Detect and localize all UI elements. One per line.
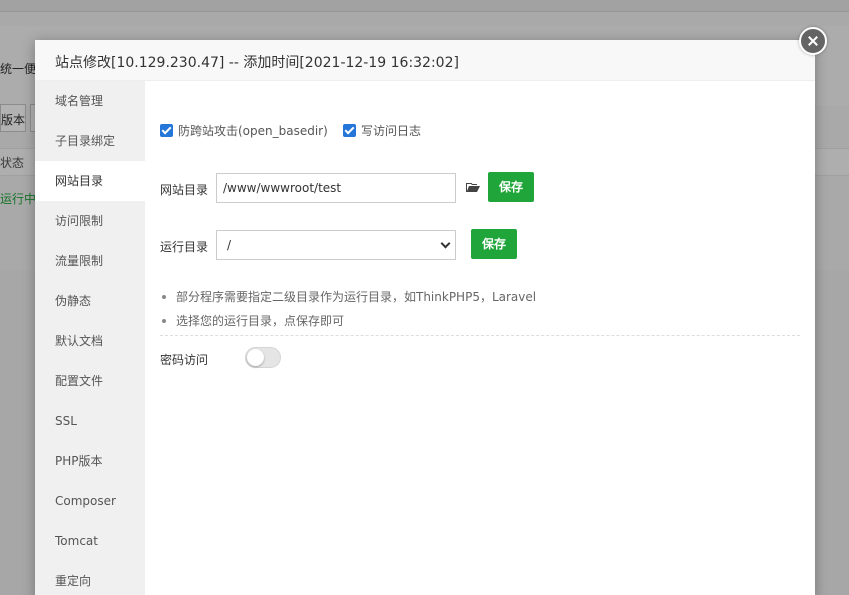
sidebar-item-redirect[interactable]: 重定向 (35, 561, 145, 595)
sidebar-item-subdir-binding[interactable]: 子目录绑定 (35, 121, 145, 161)
run-dir-selected-value: / (227, 238, 232, 252)
run-dir-select[interactable]: / (216, 230, 456, 260)
sidebar-item-php-version[interactable]: PHP版本 (35, 441, 145, 481)
run-dir-label: 运行目录 (160, 240, 209, 254)
site-dir-input[interactable] (216, 173, 456, 203)
sidebar-item-traffic-limit[interactable]: 流量限制 (35, 241, 145, 281)
sidebar-item-ssl[interactable]: SSL (35, 401, 145, 441)
access-log-checkbox[interactable] (343, 124, 356, 137)
sidebar-item-site-directory[interactable]: 网站目录 (35, 161, 145, 201)
tip-item: 部分程序需要指定二级目录作为运行目录，如ThinkPHP5，Laravel (160, 289, 536, 313)
dialog-title: 站点修改[10.129.230.47] -- 添加时间[2021-12-19 1… (55, 55, 459, 71)
sidebar-item-tomcat[interactable]: Tomcat (35, 521, 145, 561)
tips-list: 部分程序需要指定二级目录作为运行目录，如ThinkPHP5，Laravel 选择… (160, 289, 536, 337)
dashed-divider (160, 335, 800, 336)
folder-open-icon[interactable] (466, 182, 480, 193)
toggle-knob (247, 349, 264, 366)
sidebar-item-default-doc[interactable]: 默认文档 (35, 321, 145, 361)
sidebar-item-access-limit[interactable]: 访问限制 (35, 201, 145, 241)
save-site-dir-button[interactable]: 保存 (488, 172, 534, 202)
chevron-down-icon (440, 238, 451, 249)
tip-item: 选择您的运行目录，点保存即可 (160, 313, 536, 337)
open-basedir-checkbox[interactable] (160, 124, 173, 137)
open-basedir-label: 防跨站攻击(open_basedir) (178, 124, 328, 138)
sidebar-item-composer[interactable]: Composer (35, 481, 145, 521)
access-log-label: 写访问日志 (361, 124, 422, 138)
save-run-dir-button[interactable]: 保存 (471, 229, 517, 259)
access-log-checkbox-row[interactable]: 写访问日志 (343, 122, 421, 139)
sidebar-item-domain[interactable]: 域名管理 (35, 81, 145, 121)
dialog-sidebar: 域名管理 子目录绑定 网站目录 访问限制 流量限制 伪静态 默认文档 配置文件 … (35, 81, 145, 595)
dialog-header: 站点修改[10.129.230.47] -- 添加时间[2021-12-19 1… (35, 40, 815, 81)
sidebar-item-rewrite[interactable]: 伪静态 (35, 281, 145, 321)
open-basedir-checkbox-row[interactable]: 防跨站攻击(open_basedir) (160, 122, 328, 139)
close-icon[interactable] (799, 27, 827, 55)
site-dir-label: 网站目录 (160, 183, 209, 197)
password-access-label: 密码访问 (160, 353, 209, 367)
sidebar-item-config-file[interactable]: 配置文件 (35, 361, 145, 401)
password-access-toggle[interactable] (245, 347, 281, 368)
